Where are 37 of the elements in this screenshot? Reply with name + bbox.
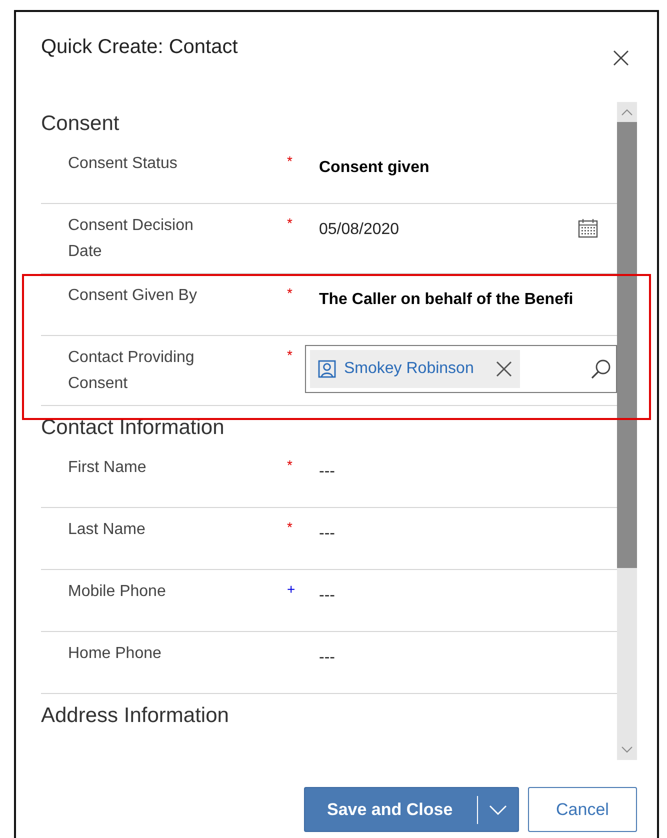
field-label: Last Name <box>68 520 146 540</box>
field-label: Contact Providing Consent <box>68 348 196 394</box>
field-value[interactable]: Consent given <box>319 151 617 181</box>
field-value[interactable]: --- <box>319 517 617 547</box>
date-value[interactable]: 05/08/2020 <box>319 213 400 243</box>
field-label: Consent Given By <box>68 286 198 306</box>
dialog-title: Quick Create: Contact <box>41 36 238 59</box>
field-label: Consent Decision Date <box>68 216 194 262</box>
field-value[interactable]: The Caller on behalf of the Benefi <box>319 283 617 313</box>
scrollbar[interactable] <box>617 102 637 760</box>
search-icon[interactable] <box>590 358 612 380</box>
field-label: Mobile Phone <box>68 582 167 602</box>
field-marker: * <box>287 456 294 475</box>
scroll-thumb[interactable] <box>617 122 637 568</box>
section-title: Address Information <box>41 703 230 729</box>
field-marker: * <box>287 284 294 303</box>
field-value[interactable]: --- <box>319 641 617 671</box>
section-title: Contact Information <box>41 415 226 441</box>
section-title: Consent <box>41 111 120 137</box>
calendar-icon[interactable] <box>577 217 599 239</box>
field-label: First Name <box>68 458 148 478</box>
field-label: Consent Status <box>68 154 178 174</box>
lookup-field[interactable]: Smokey Robinson <box>305 345 617 393</box>
field-marker: + <box>287 580 296 599</box>
field-marker: * <box>287 152 294 171</box>
contact-chip[interactable]: Smokey Robinson <box>310 350 520 388</box>
field-value[interactable]: --- <box>319 455 617 485</box>
contact-icon <box>318 360 336 378</box>
close-icon[interactable] <box>613 50 629 66</box>
field-value[interactable]: --- <box>319 579 617 609</box>
field-label: Home Phone <box>68 644 162 664</box>
field-marker: * <box>287 346 294 365</box>
cancel-button[interactable]: Cancel <box>528 787 637 832</box>
remove-icon[interactable] <box>496 361 512 377</box>
save-button[interactable]: Save and Close <box>304 787 519 832</box>
field-marker: * <box>287 518 294 537</box>
field-marker: * <box>287 214 294 233</box>
